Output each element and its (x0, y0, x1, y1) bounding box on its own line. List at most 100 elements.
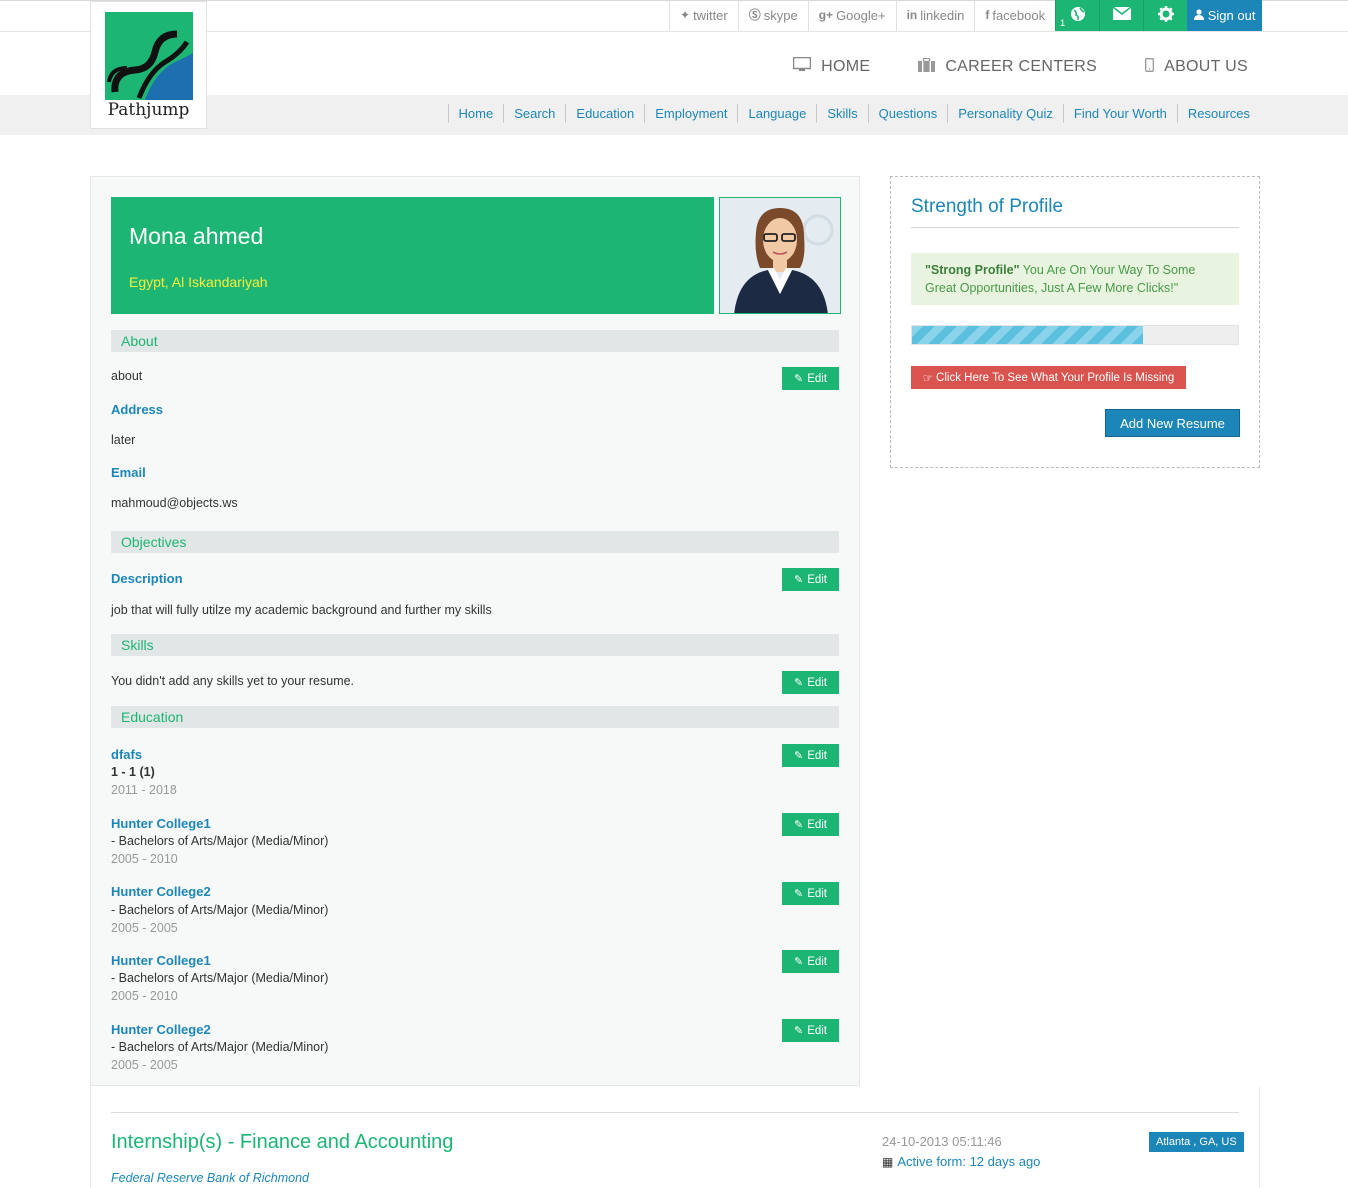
briefcase-icon (918, 57, 936, 76)
edit-about-button[interactable]: ✎ Edit (782, 367, 839, 390)
job-card: Internship(s) - Finance and Accounting F… (90, 1087, 1260, 1188)
education-item-title[interactable]: Hunter College2 (111, 884, 211, 899)
edit-education-button[interactable]: ✎ Edit (782, 744, 839, 767)
skype-icon: Ⓢ (748, 8, 761, 22)
add-new-resume-button[interactable]: Add New Resume (1105, 409, 1240, 437)
education-item-title[interactable]: dfafs (111, 747, 142, 762)
job-date: 24-10-2013 05:11:46 (882, 1134, 1002, 1149)
gear-icon (1157, 5, 1174, 26)
divider (911, 227, 1239, 228)
email-value: mahmoud@objects.ws (111, 496, 238, 510)
address-label: Address (111, 402, 164, 417)
social-links: ✦ twitter Ⓢskype g+ Google+ in linkedin f fa… (669, 0, 1263, 31)
address-value: later (111, 433, 136, 447)
edit-education-button[interactable]: ✎ Edit (782, 813, 839, 836)
pencil-icon: ✎ (793, 750, 804, 762)
sub-nav: Home Search Education Employment Languag… (447, 104, 1260, 123)
hand-pointer-icon: ☞ (922, 372, 934, 385)
main-nav-about-us[interactable]: ABOUT US (1145, 57, 1248, 76)
job-active: ▦ Active form: 12 days ago (882, 1154, 1041, 1169)
pencil-icon: ✎ (793, 373, 804, 385)
education-item-detail: 1 - 1 (1) (111, 765, 155, 779)
edit-objectives-button[interactable]: ✎ Edit (782, 568, 839, 591)
edit-skills-button[interactable]: ✎ Edit (782, 671, 839, 694)
profile-header: Mona ahmed Egypt, Al Iskandariyah (111, 197, 714, 314)
pencil-icon: ✎ (793, 956, 804, 968)
social-link-skype[interactable]: Ⓢskype (737, 0, 808, 31)
profile-strength-panel: Strength of Profile "Strong Profile" You… (890, 176, 1260, 468)
education-item-detail: - Bachelors of Arts/Major (Media/Minor) (111, 903, 329, 917)
sub-nav-education[interactable]: Education (565, 104, 644, 123)
profile-missing-button[interactable]: ☞ Click Here To See What Your Profile Is … (911, 366, 1186, 389)
progress-fill (912, 326, 1144, 344)
job-company[interactable]: Federal Reserve Bank of Richmond (111, 1171, 309, 1185)
social-link-google-plus[interactable]: g+ Google+ (807, 0, 896, 31)
settings-button[interactable] (1143, 0, 1188, 31)
profile-location: Egypt, Al Iskandariyah (129, 274, 268, 290)
education-section-heading: Education (111, 706, 839, 728)
about-text: about (111, 369, 143, 383)
sub-nav-resources[interactable]: Resources (1176, 104, 1260, 123)
social-link-linkedin[interactable]: in linkedin (895, 0, 975, 31)
education-item-detail: - Bachelors of Arts/Major (Media/Minor) (111, 834, 329, 848)
education-item-detail: - Bachelors of Arts/Major (Media/Minor) (111, 1040, 329, 1054)
sub-nav-language[interactable]: Language (737, 104, 816, 123)
skills-empty-text: You didn't add any skills yet to your re… (111, 674, 355, 688)
mobile-icon (1145, 57, 1155, 76)
calendar-icon: ▦ (882, 1154, 894, 1169)
description-label: Description (111, 571, 183, 586)
education-item-years: 2005 - 2010 (111, 852, 178, 866)
about-section-heading: About (111, 330, 839, 352)
email-label: Email (111, 465, 146, 480)
main-nav: HOME CAREER CENTERS ABOUT US (792, 56, 1248, 76)
sub-nav-personality-quiz[interactable]: Personality Quiz (947, 104, 1063, 123)
education-item-years: 2005 - 2005 (111, 921, 178, 935)
job-location-badge: Atlanta , GA, US (1149, 1132, 1244, 1152)
profile-photo (719, 197, 841, 314)
sign-out-button[interactable]: Sign out (1187, 0, 1263, 31)
messages-button[interactable] (1099, 0, 1144, 31)
pencil-icon: ✎ (793, 677, 804, 689)
notification-count: 1 (1060, 18, 1066, 28)
profile-strength-note: "Strong Profile" You Are On Your Way To … (911, 253, 1239, 305)
sub-nav-find-your-worth[interactable]: Find Your Worth (1062, 104, 1177, 123)
education-item-title[interactable]: Hunter College2 (111, 1022, 211, 1037)
sub-nav-employment[interactable]: Employment (644, 104, 737, 123)
education-item-years: 2005 - 2005 (111, 1058, 178, 1072)
divider (111, 1112, 1239, 1113)
sub-nav-skills[interactable]: Skills (816, 104, 867, 123)
main-nav-career-centers[interactable]: CAREER CENTERS (918, 57, 1097, 76)
education-item-detail: - Bachelors of Arts/Major (Media/Minor) (111, 971, 329, 985)
pencil-icon: ✎ (793, 574, 804, 586)
google-plus-icon: g+ (818, 8, 834, 22)
objectives-section-heading: Objectives (111, 531, 839, 553)
profile-strength-title: Strength of Profile (911, 196, 1064, 217)
logo-mark (105, 12, 193, 100)
education-item-years: 2005 - 2010 (111, 989, 178, 1003)
monitor-icon (792, 56, 812, 76)
globe-icon (1070, 6, 1086, 26)
logo-text: Pathjump (107, 100, 190, 120)
edit-education-button[interactable]: ✎ Edit (782, 882, 839, 905)
pencil-icon: ✎ (793, 819, 804, 831)
pencil-icon: ✎ (793, 888, 804, 900)
sub-nav-search[interactable]: Search (503, 104, 565, 123)
twitter-icon: ✦ (680, 8, 691, 22)
envelope-icon (1112, 6, 1132, 24)
sub-nav-questions[interactable]: Questions (867, 104, 948, 123)
linkedin-icon: in (906, 8, 918, 22)
social-link-facebook[interactable]: f facebook (974, 0, 1055, 31)
site-logo[interactable]: Pathjump (90, 1, 207, 129)
education-item-title[interactable]: Hunter College1 (111, 953, 211, 968)
edit-education-button[interactable]: ✎ Edit (782, 1019, 839, 1042)
main-nav-home[interactable]: HOME (792, 56, 870, 76)
job-title[interactable]: Internship(s) - Finance and Accounting (111, 1131, 453, 1154)
social-link-twitter[interactable]: ✦ twitter (669, 0, 738, 31)
globe-button[interactable]: 1 (1055, 0, 1100, 31)
user-icon (1193, 8, 1204, 23)
skills-section-heading: Skills (111, 634, 839, 656)
edit-education-button[interactable]: ✎ Edit (782, 950, 839, 973)
sub-nav-home[interactable]: Home (447, 104, 504, 123)
education-item-years: 2011 - 2018 (111, 783, 177, 797)
education-item-title[interactable]: Hunter College1 (111, 816, 211, 831)
